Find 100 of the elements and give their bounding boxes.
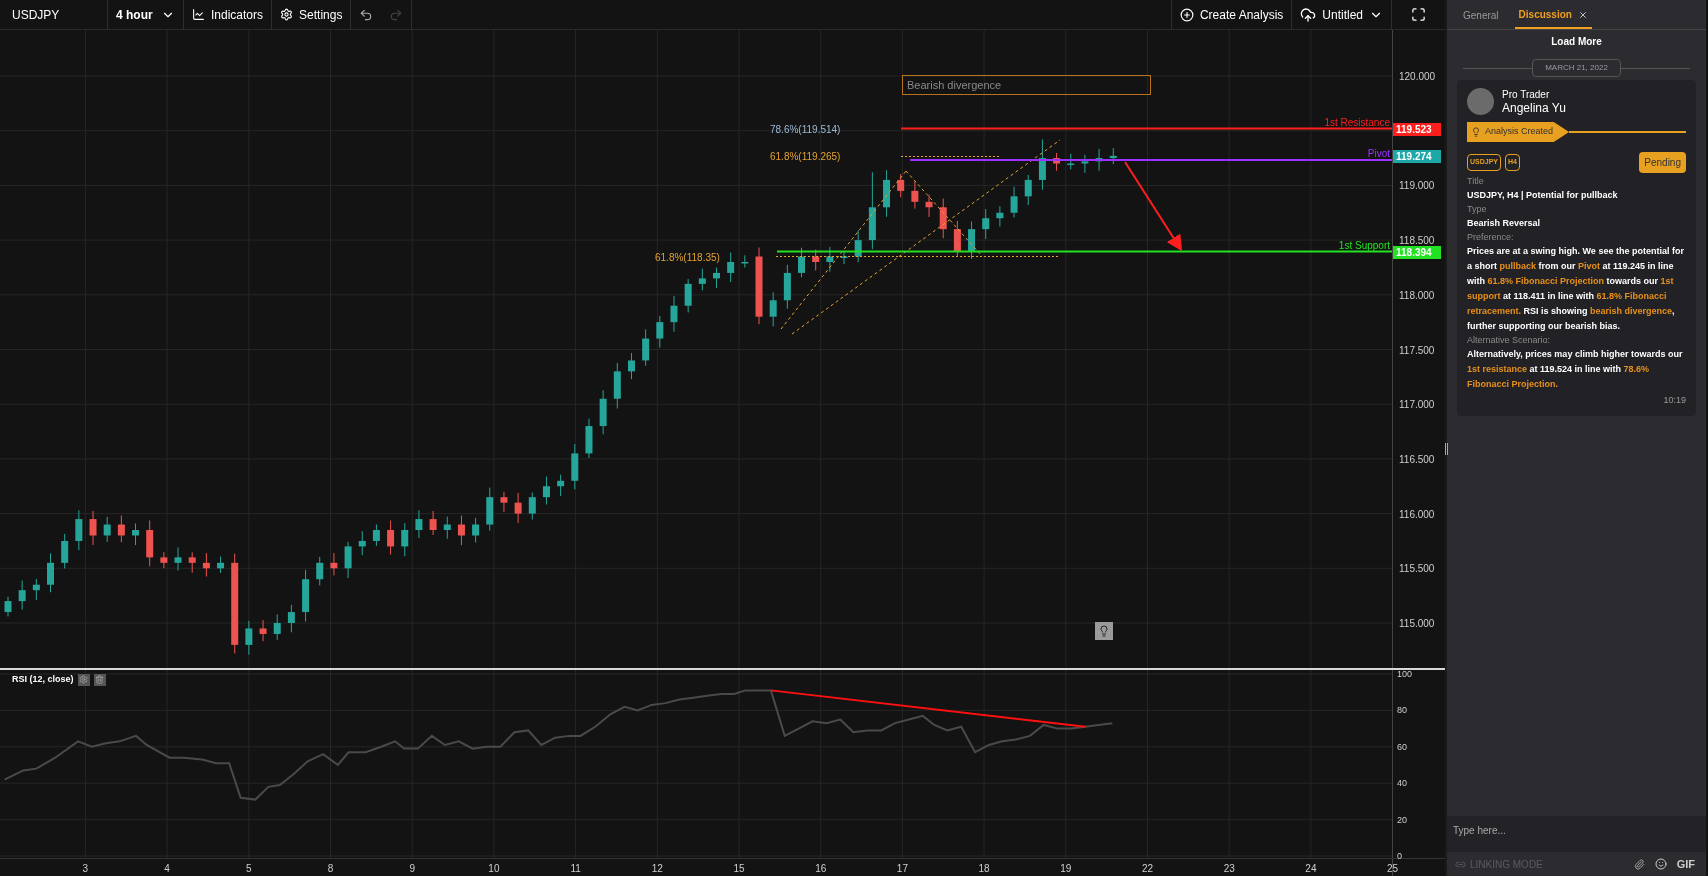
price-tag: 118.394 (1393, 245, 1441, 259)
field-label: Preference: (1467, 231, 1515, 244)
chart-line-icon (192, 8, 205, 21)
candlestick (472, 517, 480, 543)
candlestick (571, 443, 579, 490)
candlestick (968, 221, 976, 260)
candlestick (840, 250, 848, 265)
candlestick (741, 254, 749, 269)
price-axis-label: 115.500 (1399, 562, 1435, 577)
layout-dropdown[interactable]: Untitled (1292, 0, 1392, 29)
candlestick (812, 249, 820, 271)
time-axis-label: 9 (409, 862, 415, 876)
candlestick (217, 556, 225, 574)
price-axis-label: 120.000 (1399, 70, 1436, 84)
candlestick (457, 515, 465, 546)
time-axis-label: 8 (327, 862, 334, 876)
candlestick (528, 491, 536, 520)
author-name: Angelina Yu (1502, 100, 1566, 115)
candlestick (585, 418, 593, 459)
settings-button[interactable]: Settings (272, 0, 352, 29)
symbol-label[interactable]: USDJPY (0, 0, 108, 29)
candlestick (1024, 174, 1032, 206)
candlestick (415, 509, 423, 539)
fullscreen-icon (1411, 7, 1426, 22)
rsi-label: RSI (12, close) (12, 673, 74, 686)
candlestick (982, 208, 990, 240)
event-banner: Analysis Created (1467, 122, 1570, 142)
candlestick (1095, 148, 1103, 172)
candlestick (429, 510, 437, 536)
time-axis-label: 12 (651, 862, 663, 876)
time-axis-label: 11 (570, 862, 581, 876)
candlestick (1067, 153, 1075, 170)
panel-tab[interactable]: General (1459, 2, 1503, 29)
price-axis-label: 118.000 (1399, 288, 1435, 303)
candlestick (245, 620, 253, 656)
close-icon[interactable] (1577, 9, 1588, 20)
message-input[interactable]: Type here... (1447, 816, 1706, 852)
candlestick (514, 492, 522, 524)
candlestick (89, 510, 97, 546)
undo-icon (359, 7, 374, 22)
candlestick (996, 205, 1004, 227)
price-axis-label: 115.000 (1399, 617, 1435, 631)
candlestick (911, 181, 919, 210)
candlestick (769, 291, 777, 327)
fibonacci-label: 78.6%(119.514) (770, 123, 841, 137)
price-tag: 119.274 (1393, 149, 1441, 163)
candlestick (401, 522, 409, 557)
candlestick (32, 578, 40, 601)
candlestick (61, 533, 69, 569)
status-badge: Pending (1639, 152, 1686, 173)
time-axis-label: 19 (1060, 862, 1072, 876)
annotation-box: Bearish divergence (902, 75, 1151, 95)
timeframe-dropdown[interactable]: 4 hour (108, 0, 184, 29)
candlestick (287, 604, 295, 633)
gif-button[interactable]: GIF (1673, 855, 1698, 873)
author-role: Pro Trader (1502, 88, 1551, 101)
candlestick (684, 278, 692, 313)
field-value: Bearish Reversal (1467, 217, 1542, 230)
candlestick (372, 523, 380, 547)
candlestick (925, 194, 933, 218)
candlestick (939, 198, 947, 239)
candlestick (117, 514, 125, 543)
indicators-button[interactable]: Indicators (184, 0, 273, 29)
candlestick (18, 579, 26, 611)
candlestick (1038, 138, 1046, 191)
candlestick (670, 295, 678, 333)
candlestick (358, 530, 366, 556)
rsi-axis-label: 60 (1397, 740, 1407, 754)
trash-icon (95, 675, 105, 685)
field-label: Title (1467, 175, 1485, 188)
panel-tab[interactable]: Discussion (1514, 2, 1592, 29)
candlestick (1010, 186, 1018, 218)
candlestick (897, 173, 905, 198)
candlestick (542, 476, 550, 505)
price-axis-label: 117.500 (1399, 343, 1435, 358)
price-axis-label: 116.500 (1399, 452, 1435, 467)
rsi-axis-label: 100 (1397, 668, 1413, 681)
smiley-icon (1654, 858, 1667, 870)
lightbulb-button[interactable] (1095, 622, 1113, 640)
candlestick (202, 552, 210, 578)
field-value: Prices are at a swing high. We see the potential for a short pullback from our Pivot at 119.245 in line with 61.8% Fibonacci Projection towards our 1st support at 118.411 in line with 61.8% Fibonacci retracement. RSI is showing bearish divergence, further supporting our bearish bias. (1467, 245, 1685, 333)
time-axis-label: 22 (1141, 862, 1154, 876)
candlestick (273, 613, 281, 641)
time-axis-label: 15 (733, 862, 745, 876)
lightbulb-icon (1098, 625, 1110, 637)
settings-icon (79, 675, 89, 685)
candlestick (613, 362, 621, 410)
price-tag: 119.523 (1393, 122, 1441, 136)
create-analysis-button[interactable]: Create Analysis (1170, 0, 1293, 29)
candlestick (344, 541, 352, 579)
candlestick (698, 268, 706, 291)
time-axis-label: 18 (978, 862, 990, 876)
level-label: Pivot (1367, 147, 1390, 161)
time-axis-label: 17 (896, 862, 908, 876)
candlestick (642, 328, 650, 367)
candlestick (713, 267, 720, 289)
resize-handle[interactable] (1445, 443, 1448, 455)
load-more-button[interactable]: Load More (1551, 34, 1602, 49)
rsi-axis-label: 80 (1397, 704, 1407, 718)
candlestick (316, 556, 324, 586)
